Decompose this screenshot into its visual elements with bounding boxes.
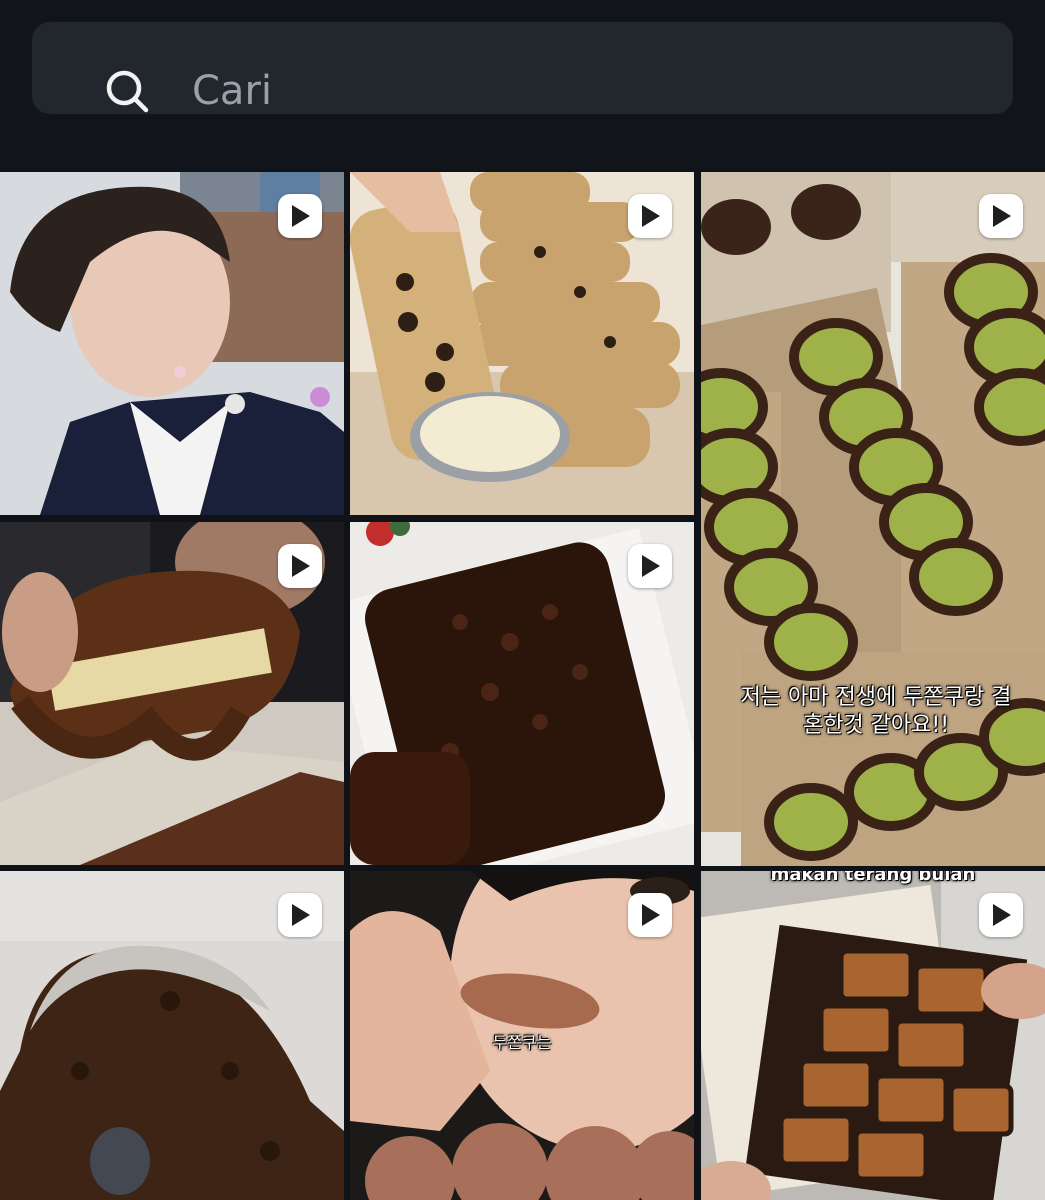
search-bar[interactable] (32, 22, 1013, 114)
play-icon (979, 893, 1023, 937)
play-icon (628, 194, 672, 238)
search-icon (106, 70, 149, 113)
video-caption: 저는 아마 전생에 두쫀쿠랑 결 혼한것 같아요!! (740, 685, 1012, 738)
thumbnail-pistachio-rolls (701, 172, 1045, 866)
explore-tile[interactable] (350, 522, 694, 865)
explore-tile[interactable] (350, 172, 694, 515)
play-icon (628, 544, 672, 588)
play-icon (278, 194, 322, 238)
explore-tile[interactable]: makan terang bulan (701, 871, 1045, 1200)
play-icon (628, 893, 672, 937)
video-caption: 두쫀쿠는 (492, 1033, 552, 1052)
explore-tile[interactable] (0, 871, 344, 1200)
play-icon (278, 544, 322, 588)
explore-tile[interactable]: 저는 아마 전생에 두쫀쿠랑 결 혼한것 같아요!! (701, 172, 1045, 866)
search-input[interactable] (192, 68, 1012, 114)
top-bar (0, 0, 1045, 170)
video-caption: makan terang bulan (770, 871, 976, 885)
play-icon (979, 194, 1023, 238)
explore-grid: 저는 아마 전생에 두쫀쿠랑 결 혼한것 같아요!! 두쫀쿠는 makan te… (0, 170, 1045, 1200)
play-icon (278, 893, 322, 937)
explore-tile[interactable] (0, 522, 344, 865)
explore-tile[interactable]: 두쫀쿠는 (350, 871, 694, 1200)
explore-tile[interactable] (0, 172, 344, 515)
